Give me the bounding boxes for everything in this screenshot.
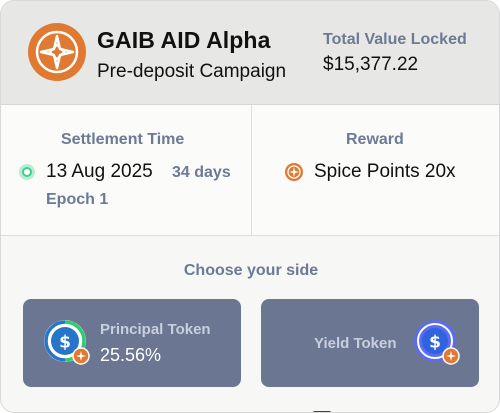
section-divider bbox=[251, 105, 252, 236]
tvl-value: $15,377.22 bbox=[323, 54, 419, 75]
campaign-card: GAIB AID Alpha Pre-deposit Campaign Tota… bbox=[0, 0, 500, 413]
settlement-date: 13 Aug 2025 bbox=[46, 161, 153, 182]
settlement-days: 34 days bbox=[172, 164, 231, 181]
usdc-principal-icon: $ bbox=[44, 320, 90, 365]
svg-text:$: $ bbox=[59, 333, 71, 353]
principal-token-button[interactable]: $ Principal Token 25.56% bbox=[23, 299, 241, 387]
yield-token-button[interactable]: Yield Token $ bbox=[261, 299, 479, 387]
settlement-epoch: Epoch 1 bbox=[46, 191, 109, 208]
spice-icon bbox=[285, 163, 303, 181]
gaib-logo-icon bbox=[28, 23, 86, 81]
svg-text:$: $ bbox=[429, 333, 441, 353]
yield-token-label: Yield Token bbox=[314, 335, 397, 352]
campaign-title: GAIB AID Alpha bbox=[97, 27, 271, 53]
campaign-header: GAIB AID Alpha Pre-deposit Campaign Tota… bbox=[1, 1, 499, 105]
campaign-info: Settlement Time 13 Aug 2025 34 days Epoc… bbox=[1, 105, 499, 236]
campaign-subtitle: Pre-deposit Campaign bbox=[97, 61, 287, 82]
tvl-label: Total Value Locked bbox=[323, 31, 467, 48]
status-dot-icon bbox=[19, 164, 35, 180]
principal-token-label: Principal Token bbox=[100, 321, 211, 338]
principal-token-value: 25.56% bbox=[100, 345, 162, 365]
choose-side-label: Choose your side bbox=[183, 262, 319, 279]
reward-value: Spice Points 20x bbox=[314, 161, 456, 182]
usdc-yield-icon: $ bbox=[414, 320, 460, 365]
reward-label: Reward bbox=[346, 131, 404, 148]
settlement-label: Settlement Time bbox=[61, 131, 185, 148]
